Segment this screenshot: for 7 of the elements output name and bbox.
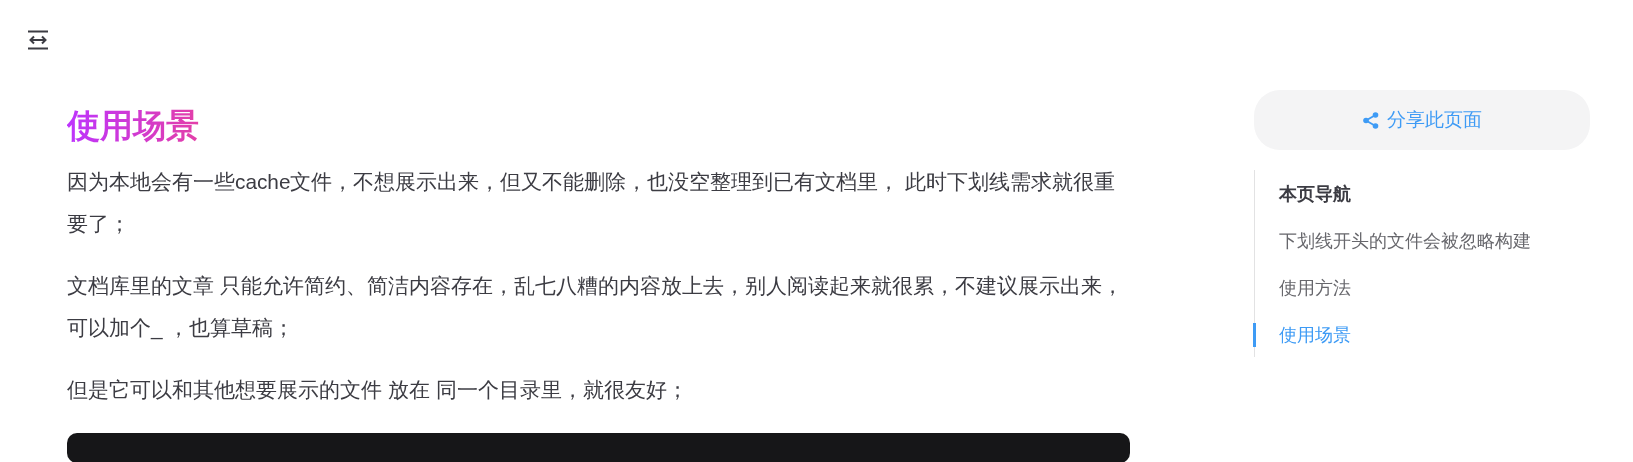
toc-link[interactable]: 使用场景 (1279, 319, 1590, 351)
toc-link[interactable]: 下划线开头的文件会被忽略构建 (1279, 225, 1590, 257)
paragraph: 因为本地会有一些cache文件，不想展示出来，但又不能删除，也没空整理到已有文档里， 此时下划线需求就很重要了； (67, 169, 1117, 237)
paragraph: 但是它可以和其他想要展示的文件 放在 同一个目录里，就很友好； (67, 377, 689, 403)
toc-title: 本页导航 (1279, 183, 1352, 206)
paragraph: 文档库里的文章 只能允许简约、简洁内容存在，乱七八糟的内容放上去，别人阅读起来就很累，不建议展示出来，可以加个_ ，也算草稿； (67, 273, 1124, 342)
toc-link[interactable]: 使用方法 (1279, 272, 1590, 304)
